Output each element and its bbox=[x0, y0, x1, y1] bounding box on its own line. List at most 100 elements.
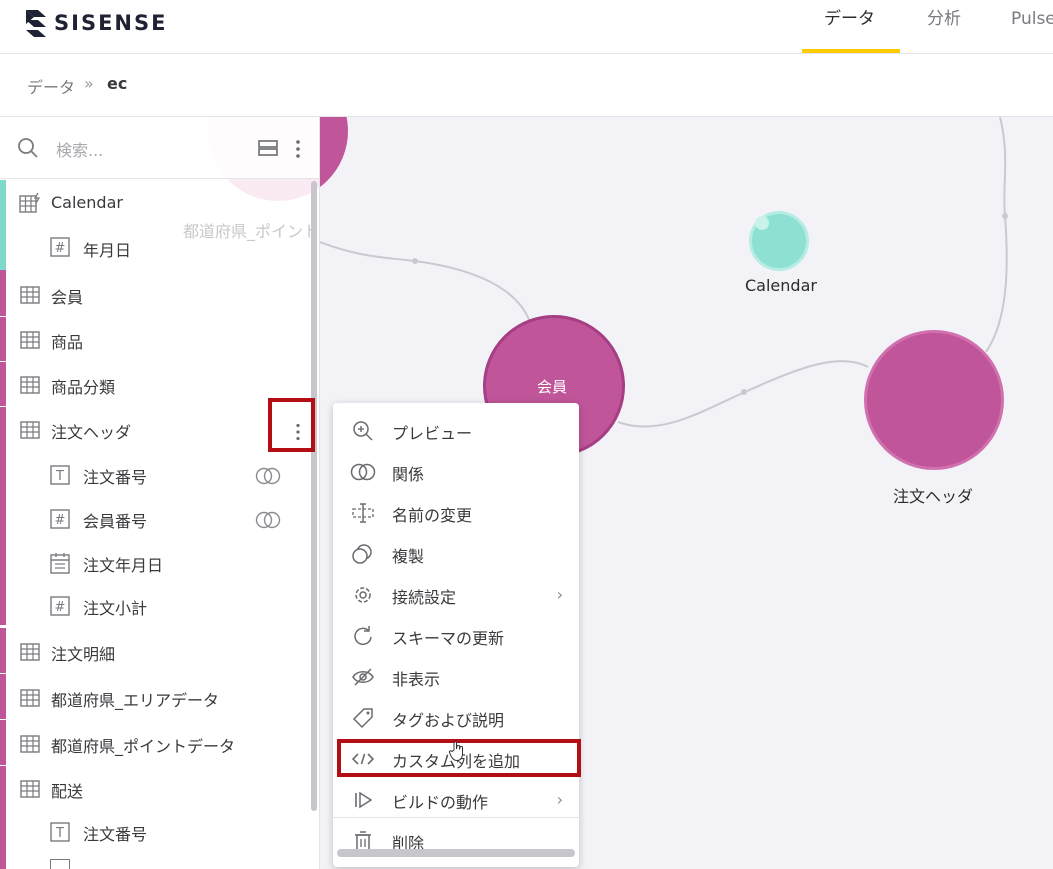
sidebar-item-label: 年月日 bbox=[83, 241, 132, 260]
relation-icon bbox=[255, 511, 281, 529]
sidebar-item-label: 注文ヘッダ bbox=[51, 423, 132, 442]
canvas-node-order-header[interactable] bbox=[864, 330, 1004, 470]
sidebar-item-label: 都道府県_ポイントデータ bbox=[51, 737, 236, 756]
top-bar: SISENSE データ 分析 Pulse bbox=[0, 0, 1053, 54]
menu-item-delete[interactable]: 削除 bbox=[333, 819, 579, 853]
search-input[interactable]: 検索... bbox=[56, 137, 103, 161]
menu-scrollbar[interactable] bbox=[337, 849, 575, 857]
tag-icon bbox=[352, 708, 373, 729]
sidebar-field-order-number[interactable]: T 注文番号 bbox=[0, 452, 312, 496]
breadcrumb: データ » ec bbox=[0, 55, 1053, 117]
date-field-icon bbox=[50, 553, 70, 574]
sidebar-field-calendar-date[interactable]: # 年月日 bbox=[0, 226, 312, 270]
menu-item-connection-settings[interactable]: 接続設定 › bbox=[333, 573, 579, 614]
number-field-icon: # bbox=[50, 596, 70, 616]
menu-item-label: スキーマの更新 bbox=[392, 629, 505, 648]
sidebar-item-label: 会員 bbox=[51, 288, 84, 307]
menu-item-label: 非表示 bbox=[392, 670, 441, 689]
sidebar-field-order-subtotal[interactable]: # 注文小計 bbox=[0, 584, 312, 628]
menu-item-preview[interactable]: プレビュー bbox=[333, 409, 579, 450]
sidebar-item-label: 注文番号 bbox=[83, 468, 148, 487]
field-icon bbox=[50, 859, 70, 869]
build-icon bbox=[355, 791, 373, 809]
sidebar-item-product-category[interactable]: 商品分類 bbox=[0, 362, 312, 406]
menu-item-label: 関係 bbox=[392, 465, 425, 484]
svg-text:#: # bbox=[55, 600, 66, 615]
refresh-icon bbox=[354, 626, 372, 646]
sidebar-item-label: 注文小計 bbox=[83, 599, 148, 618]
sidebar-item-order-detail[interactable]: 注文明細 bbox=[0, 628, 312, 673]
logo-text: SISENSE bbox=[54, 11, 168, 35]
table-icon bbox=[20, 643, 40, 661]
group-accent bbox=[0, 674, 6, 719]
svg-text:#: # bbox=[55, 241, 66, 256]
tab-pulse[interactable]: Pulse bbox=[1011, 0, 1053, 54]
sidebar-field-member-number[interactable]: # 会員番号 bbox=[0, 496, 312, 540]
menu-item-schema-refresh[interactable]: スキーマの更新 bbox=[333, 614, 579, 655]
sidebar-item-label: 配送 bbox=[51, 782, 84, 801]
sidebar-item-member[interactable]: 会員 bbox=[0, 270, 312, 316]
sidebar-item-delivery[interactable]: 配送 bbox=[0, 766, 312, 811]
date-table-icon bbox=[19, 192, 41, 213]
tab-data[interactable]: データ bbox=[824, 0, 875, 54]
relation-icon bbox=[350, 463, 376, 481]
breadcrumb-root[interactable]: データ bbox=[27, 74, 75, 98]
menu-item-rename[interactable]: 名前の変更 bbox=[333, 491, 579, 532]
menu-item-build-behavior[interactable]: ビルドの動作 › bbox=[333, 778, 579, 819]
menu-item-label: 複製 bbox=[392, 547, 425, 566]
table-sidebar: 検索... 都道府県_ポイントデータ Calendar # 年月日 bbox=[0, 117, 320, 869]
breadcrumb-current: ec bbox=[107, 74, 128, 93]
svg-text:T: T bbox=[55, 826, 64, 841]
tab-analytics[interactable]: 分析 bbox=[927, 0, 961, 54]
sidebar-item-label: Calendar bbox=[51, 193, 123, 212]
breadcrumb-separator: » bbox=[84, 74, 94, 93]
number-field-icon: # bbox=[50, 509, 70, 529]
table-icon bbox=[20, 376, 40, 394]
context-menu: プレビュー 関係 名前の変更 複製 接続設定 › スキーマの更新 非表示 タグお… bbox=[333, 403, 579, 867]
search-icon bbox=[18, 138, 38, 158]
sidebar-item-prefecture-point[interactable]: 都道府県_ポイントデータ bbox=[0, 720, 312, 765]
sidebar-item-label: 注文番号 bbox=[83, 825, 148, 844]
number-field-icon: # bbox=[50, 237, 70, 257]
calendar-node-highlight bbox=[755, 216, 769, 230]
sidebar-scrollbar[interactable] bbox=[311, 181, 317, 811]
submenu-chevron-icon: › bbox=[556, 790, 563, 809]
table-icon bbox=[20, 735, 40, 753]
sidebar-item-calendar[interactable]: Calendar bbox=[0, 180, 312, 226]
gear-icon bbox=[355, 587, 371, 603]
menu-item-label: 名前の変更 bbox=[392, 506, 473, 525]
active-tab-indicator bbox=[802, 49, 900, 53]
duplicate-icon bbox=[352, 544, 372, 564]
menu-item-label: タグおよび説明 bbox=[392, 711, 505, 730]
sidebar-item-product[interactable]: 商品 bbox=[0, 317, 312, 361]
table-icon bbox=[20, 689, 40, 707]
sidebar-item-order-header[interactable]: 注文ヘッダ bbox=[0, 407, 312, 451]
table-icon bbox=[20, 331, 40, 349]
sisense-logo[interactable]: SISENSE bbox=[24, 8, 180, 38]
highlight-more-options bbox=[268, 398, 315, 452]
submenu-chevron-icon: › bbox=[556, 585, 563, 604]
canvas-node-member-label: 会員 bbox=[537, 378, 568, 396]
sidebar-field-partial bbox=[0, 857, 312, 869]
group-accent bbox=[0, 362, 6, 406]
canvas-node-calendar-label: Calendar bbox=[745, 276, 817, 295]
menu-item-relations[interactable]: 関係 bbox=[333, 450, 579, 491]
menu-item-duplicate[interactable]: 複製 bbox=[333, 532, 579, 573]
menu-item-tags-description[interactable]: タグおよび説明 bbox=[333, 696, 579, 737]
search-bar: 検索... bbox=[0, 117, 319, 179]
sidebar-item-prefecture-area[interactable]: 都道府県_エリアデータ bbox=[0, 674, 312, 719]
menu-item-label: 接続設定 bbox=[392, 588, 457, 607]
sidebar-item-label: 都道府県_エリアデータ bbox=[51, 691, 220, 710]
menu-item-hide[interactable]: 非表示 bbox=[333, 655, 579, 696]
sidebar-field-delivery-order-number[interactable]: T 注文番号 bbox=[0, 811, 312, 855]
sidebar-item-label: 注文年月日 bbox=[83, 556, 164, 575]
sidebar-item-label: 商品分類 bbox=[51, 378, 116, 397]
svg-text:T: T bbox=[55, 469, 64, 484]
svg-text:#: # bbox=[55, 513, 66, 528]
group-accent bbox=[0, 628, 6, 673]
sidebar-field-order-date[interactable]: 注文年月日 bbox=[0, 540, 312, 584]
more-options-icon[interactable] bbox=[295, 139, 301, 159]
group-accent bbox=[0, 270, 6, 316]
view-toggle-icon[interactable] bbox=[258, 140, 278, 156]
table-icon bbox=[20, 421, 40, 439]
